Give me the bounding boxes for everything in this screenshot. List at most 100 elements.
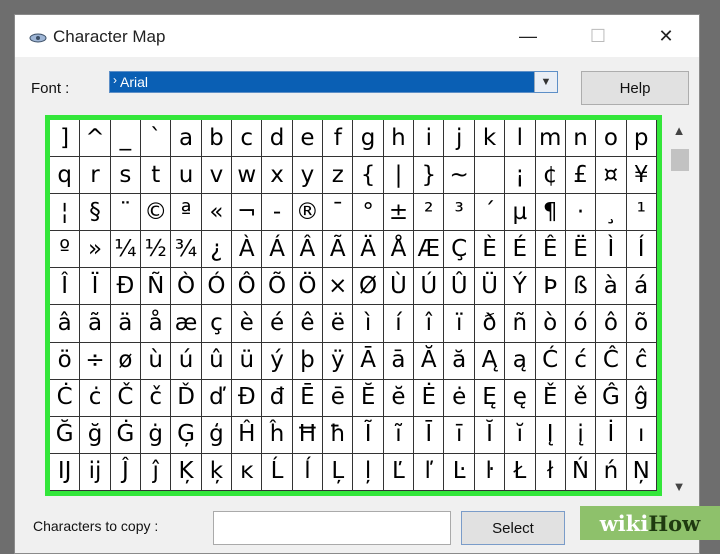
character-cell[interactable]: ´ <box>474 194 506 232</box>
character-cell[interactable]: ċ <box>80 379 111 417</box>
character-cell[interactable]: Ľ <box>383 453 415 491</box>
character-cell[interactable]: ¨ <box>110 194 142 232</box>
character-cell[interactable]: Ç <box>444 231 475 269</box>
character-cell[interactable]: Ķ <box>171 453 202 491</box>
character-cell[interactable]: Ğ <box>50 416 81 454</box>
character-cell[interactable]: Ŀ <box>444 453 475 491</box>
character-cell[interactable]: È <box>474 231 506 269</box>
character-cell[interactable]: ė <box>444 379 475 417</box>
character-cell[interactable]: ® <box>292 194 324 232</box>
character-cell[interactable]: i <box>414 120 445 158</box>
character-cell[interactable]: À <box>232 231 263 269</box>
character-cell[interactable]: Ě <box>535 379 566 417</box>
character-cell[interactable]: © <box>141 194 172 232</box>
character-cell[interactable]: â <box>50 305 81 343</box>
character-cell[interactable]: Ĵ <box>110 453 142 491</box>
character-cell[interactable]: Ė <box>414 379 445 417</box>
character-cell[interactable]: Ó <box>201 268 233 306</box>
character-cell[interactable]: t <box>141 157 172 195</box>
character-cell[interactable]: y <box>292 157 324 195</box>
chevron-down-icon[interactable]: ▼ <box>534 72 557 92</box>
character-cell[interactable]: µ <box>505 194 536 232</box>
character-cell[interactable]: Ĩ <box>353 416 384 454</box>
maximize-button[interactable]: ☐ <box>575 15 621 57</box>
character-cell[interactable]: Ĝ <box>596 379 627 417</box>
help-button[interactable]: Help <box>581 71 689 105</box>
character-cell[interactable]: Á <box>262 231 293 269</box>
character-cell[interactable]: f <box>323 120 354 158</box>
character-cell[interactable]: · <box>565 194 597 232</box>
character-cell[interactable]: ă <box>444 342 475 380</box>
character-cell[interactable]: î <box>414 305 445 343</box>
character-cell[interactable]: ¤ <box>596 157 627 195</box>
character-cell[interactable]: ¡ <box>505 157 536 195</box>
character-cell[interactable]: è <box>232 305 263 343</box>
character-cell[interactable]: ć <box>565 342 597 380</box>
character-cell[interactable]: ¸ <box>596 194 627 232</box>
character-cell[interactable]: Ē <box>292 379 324 417</box>
character-cell[interactable]: Æ <box>414 231 445 269</box>
character-cell[interactable]: Ĥ <box>232 416 263 454</box>
chevron-up-icon[interactable]: ▲ <box>667 119 691 141</box>
character-cell[interactable]: o <box>596 120 627 158</box>
character-cell[interactable]: ā <box>383 342 415 380</box>
character-cell[interactable]: h <box>383 120 415 158</box>
character-cell[interactable]: å <box>141 305 172 343</box>
character-cell[interactable]: ď <box>201 379 233 417</box>
character-cell[interactable]: ó <box>565 305 597 343</box>
character-cell[interactable]: ° <box>353 194 384 232</box>
character-cell[interactable]: | <box>383 157 415 195</box>
character-cell[interactable]: ½ <box>141 231 172 269</box>
character-cell[interactable]: ü <box>232 342 263 380</box>
character-cell[interactable]: ĥ <box>262 416 293 454</box>
character-cell[interactable]: Ħ <box>292 416 324 454</box>
character-cell[interactable]: Ô <box>232 268 263 306</box>
character-cell[interactable]: c <box>232 120 263 158</box>
character-cell[interactable]: Ø <box>353 268 384 306</box>
character-cell[interactable]: Ĕ <box>353 379 384 417</box>
character-cell[interactable]: ī <box>444 416 475 454</box>
character-cell[interactable]: í <box>383 305 415 343</box>
character-cell[interactable]: ¢ <box>535 157 566 195</box>
character-cell[interactable]: Đ <box>232 379 263 417</box>
character-cell[interactable]: Í <box>626 231 657 269</box>
character-cell[interactable]: ð <box>474 305 506 343</box>
character-cell[interactable]: u <box>171 157 202 195</box>
character-cell[interactable]: e <box>292 120 324 158</box>
character-cell[interactable] <box>474 157 506 195</box>
character-cell[interactable]: ê <box>292 305 324 343</box>
character-cell[interactable]: ¹ <box>626 194 657 232</box>
character-cell[interactable]: Ģ <box>171 416 202 454</box>
character-cell[interactable]: z <box>323 157 354 195</box>
scrollbar[interactable]: ▲ ▼ <box>667 119 691 497</box>
character-cell[interactable]: s <box>110 157 142 195</box>
character-cell[interactable]: ä <box>110 305 142 343</box>
character-cell[interactable]: û <box>201 342 233 380</box>
character-cell[interactable]: ¯ <box>323 194 354 232</box>
character-cell[interactable]: ģ <box>201 416 233 454</box>
character-cell[interactable]: į <box>565 416 597 454</box>
character-cell[interactable]: ¶ <box>535 194 566 232</box>
character-cell[interactable]: Ą <box>474 342 506 380</box>
character-cell[interactable]: Û <box>444 268 475 306</box>
character-cell[interactable]: Ġ <box>110 416 142 454</box>
character-cell[interactable]: Ł <box>505 453 536 491</box>
character-cell[interactable]: É <box>505 231 536 269</box>
character-cell[interactable]: » <box>80 231 111 269</box>
character-cell[interactable]: ± <box>383 194 415 232</box>
character-cell[interactable]: p <box>626 120 657 158</box>
character-cell[interactable]: ß <box>565 268 597 306</box>
character-cell[interactable]: w <box>232 157 263 195</box>
character-cell[interactable]: á <box>626 268 657 306</box>
character-cell[interactable]: ŀ <box>474 453 506 491</box>
character-cell[interactable]: ķ <box>201 453 233 491</box>
character-cell[interactable]: Ý <box>505 268 536 306</box>
character-cell[interactable]: Ĳ <box>50 453 81 491</box>
character-cell[interactable]: ł <box>535 453 566 491</box>
character-cell[interactable]: ¬ <box>232 194 263 232</box>
character-cell[interactable]: ¾ <box>171 231 202 269</box>
scrollbar-thumb[interactable] <box>671 149 689 171</box>
character-cell[interactable]: Â <box>292 231 324 269</box>
character-cell[interactable]: n <box>565 120 597 158</box>
character-cell[interactable]: Ñ <box>141 268 172 306</box>
